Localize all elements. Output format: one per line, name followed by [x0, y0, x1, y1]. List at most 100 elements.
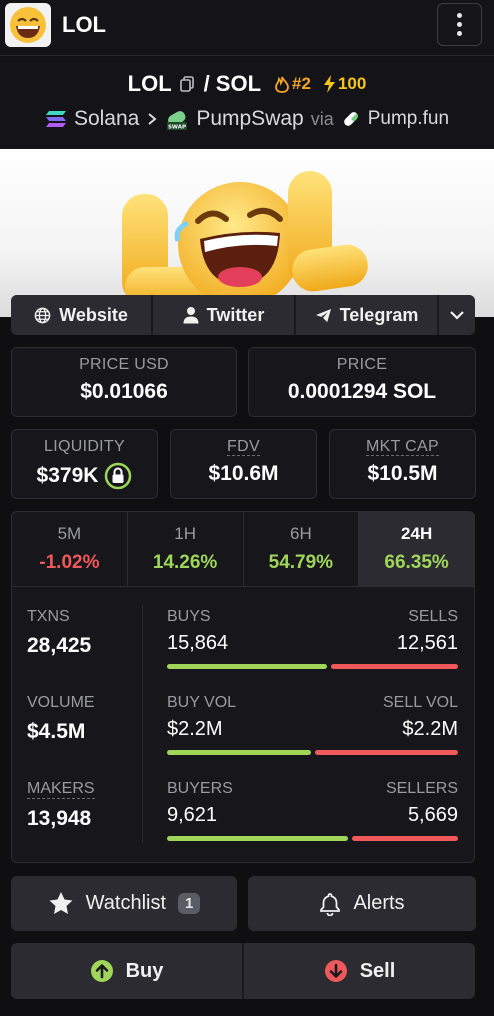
- token-logo[interactable]: [5, 3, 51, 47]
- telegram-label: Telegram: [339, 304, 419, 325]
- sellers-label: SELLERS: [385, 780, 458, 797]
- chain-name[interactable]: Solana: [74, 107, 139, 131]
- rank-value: #2: [292, 74, 311, 93]
- stats-panel: 5M -1.02% 1H 14.26% 6H 54.79% 24H 66.35%…: [11, 511, 475, 863]
- lol-banner-art: [122, 171, 368, 307]
- chevron-right-icon: [148, 113, 157, 125]
- buys-label: BUYS: [167, 608, 211, 625]
- pair-header: LOL / SOL #2 100 Solana SWAP PumpSwap vi…: [0, 57, 494, 149]
- kebab-dot-icon: [457, 31, 462, 36]
- more-menu-button[interactable]: [437, 3, 482, 46]
- trending-rank[interactable]: #2: [275, 74, 311, 94]
- sell-vol-label: SELL VOL: [382, 694, 458, 711]
- twitter-label: Twitter: [206, 304, 265, 325]
- tab-change: -1.02%: [39, 552, 100, 573]
- buyers-sellers-bar: [167, 836, 458, 841]
- timeframe-tabs: 5M -1.02% 1H 14.26% 6H 54.79% 24H 66.35%: [12, 512, 474, 587]
- sell-vol-bar-fill: [315, 750, 458, 755]
- base-symbol: LOL: [127, 71, 172, 96]
- sellers-bar-fill: [352, 836, 458, 841]
- kebab-dot-icon: [457, 22, 462, 27]
- alerts-button[interactable]: Alerts: [248, 876, 476, 931]
- price-native-label: PRICE: [336, 356, 388, 373]
- watchlist-count-badge: 1: [178, 893, 201, 914]
- tab-label: 5M: [57, 524, 82, 543]
- buy-vol-label: BUY VOL: [167, 694, 237, 711]
- watchlist-button[interactable]: Watchlist 1: [11, 876, 237, 931]
- tab-change: 54.79%: [268, 552, 334, 573]
- telegram-button[interactable]: Telegram: [296, 295, 439, 335]
- stats-divider: [142, 605, 143, 843]
- dex-name[interactable]: PumpSwap: [196, 107, 303, 131]
- fdv-label[interactable]: FDV: [227, 438, 260, 456]
- arrow-down-circle-icon: [324, 960, 347, 982]
- pill-icon: [343, 112, 358, 126]
- split-stats: BUYS SELLS 15,864 12,561 BUY VOL SELL VOL $…: [167, 608, 458, 862]
- quote-symbol: SOL: [215, 71, 262, 96]
- app-title: LOL: [62, 12, 106, 37]
- buy-vol-bar-fill: [167, 750, 311, 755]
- buys-sells-row: BUYS SELLS 15,864 12,561: [167, 608, 458, 694]
- copy-icon[interactable]: [179, 76, 194, 92]
- more-links-button[interactable]: [439, 295, 475, 335]
- summary-stats: TXNS 28,425 VOLUME $4.5M MAKERS 13,948: [27, 608, 147, 862]
- twitter-button[interactable]: Twitter: [153, 295, 296, 335]
- watchlist-label: Watchlist: [85, 892, 167, 914]
- tab-change: 14.26%: [152, 552, 218, 573]
- buys-bar-fill: [167, 664, 327, 669]
- bell-icon: [320, 892, 341, 916]
- alerts-label: Alerts: [353, 892, 405, 914]
- price-native-value: 0.0001294 SOL: [287, 380, 437, 403]
- txns-value: 28,425: [27, 634, 92, 657]
- tab-5m[interactable]: 5M -1.02%: [12, 512, 128, 586]
- tab-6h[interactable]: 6H 54.79%: [244, 512, 360, 586]
- txns-stat: TXNS 28,425: [27, 608, 147, 694]
- price-native-card: PRICE 0.0001294 SOL: [248, 347, 476, 417]
- buyers-value: 9,621: [167, 804, 218, 826]
- sell-button[interactable]: Sell: [244, 943, 475, 999]
- globe-icon: [34, 307, 51, 323]
- buy-button[interactable]: Buy: [11, 943, 244, 999]
- pair-line: LOL / SOL #2 100: [0, 71, 494, 97]
- tab-1h[interactable]: 1H 14.26%: [128, 512, 244, 586]
- sells-label: SELLS: [408, 608, 458, 625]
- makers-value: 13,948: [27, 807, 92, 830]
- lightning-icon: [323, 75, 335, 93]
- price-usd-value: $0.01066: [80, 380, 168, 403]
- volume-split-row: BUY VOL SELL VOL $2.2M $2.2M: [167, 694, 458, 780]
- liquidity-label: LIQUIDITY: [44, 438, 125, 455]
- tab-24h[interactable]: 24H 66.35%: [359, 512, 474, 586]
- buy-label: Buy: [125, 959, 164, 982]
- makers-label[interactable]: MAKERS: [27, 780, 95, 799]
- sell-vol-value: $2.2M: [402, 718, 458, 740]
- price-usd-card: PRICE USD $0.01066: [11, 347, 237, 417]
- tab-label: 6H: [290, 524, 312, 543]
- send-icon: [315, 308, 331, 322]
- volume-label: VOLUME: [27, 694, 95, 711]
- buys-sells-bar: [167, 664, 458, 669]
- fdv-card: FDV $10.6M: [170, 429, 317, 499]
- social-links: Website Twitter Telegram: [11, 295, 475, 335]
- trade-buttons: Buy Sell: [11, 943, 475, 999]
- website-button[interactable]: Website: [11, 295, 153, 335]
- sell-label: Sell: [359, 959, 396, 982]
- liquidity-value: $379K: [36, 464, 99, 487]
- volume-split-bar: [167, 750, 458, 755]
- tab-label: 1H: [174, 524, 196, 543]
- launchpad-name[interactable]: Pump.fun: [368, 108, 449, 130]
- tab-label: 24H: [401, 524, 433, 543]
- top-bar: LOL: [0, 0, 494, 56]
- website-label: Website: [59, 304, 128, 325]
- boost-count[interactable]: 100: [323, 74, 366, 94]
- arrow-up-circle-icon: [90, 960, 113, 982]
- mktcap-label[interactable]: MKT CAP: [366, 438, 439, 456]
- buy-vol-value: $2.2M: [167, 718, 223, 740]
- tab-change: 66.35%: [384, 552, 449, 573]
- txns-label: TXNS: [27, 608, 70, 625]
- liquidity-card: LIQUIDITY $379K: [11, 429, 158, 499]
- token-banner: [0, 149, 494, 317]
- market-cap-card: MKT CAP $10.5M: [329, 429, 476, 499]
- star-icon: [49, 892, 73, 914]
- lock-icon[interactable]: [104, 462, 132, 490]
- solana-icon: [45, 111, 66, 127]
